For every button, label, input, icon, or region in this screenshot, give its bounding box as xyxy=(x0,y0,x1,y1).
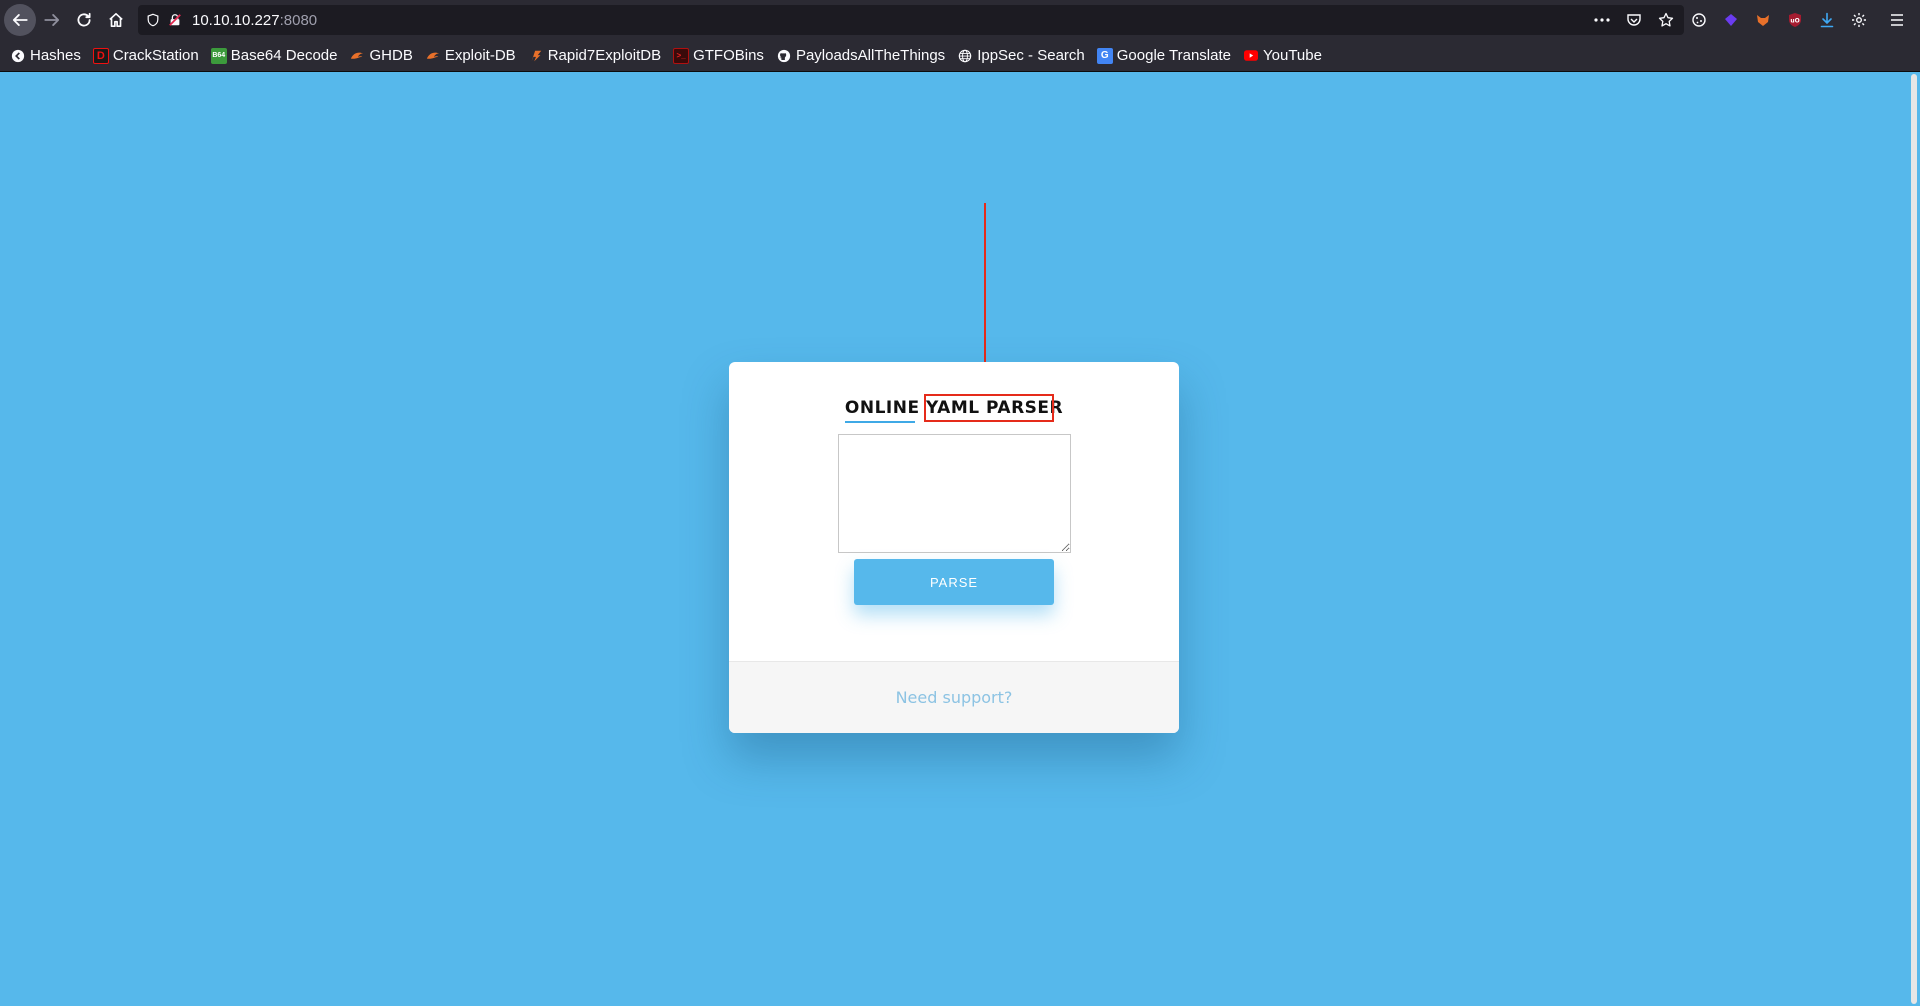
annotation-arrow-line xyxy=(984,203,986,369)
bookmark-label: Google Translate xyxy=(1116,47,1231,64)
browser-toolbar: 10.10.10.227:8080 uO xyxy=(0,0,1920,40)
hamburger-menu-icon[interactable] xyxy=(1886,9,1908,31)
settings-gear-icon[interactable] xyxy=(1848,9,1870,31)
need-support-link[interactable]: Need support? xyxy=(896,688,1013,707)
back-button[interactable] xyxy=(4,4,36,36)
title-online: ONLINE xyxy=(844,398,920,418)
cookie-extension-icon[interactable] xyxy=(1688,9,1710,31)
bookmark-star-icon[interactable] xyxy=(1656,10,1676,30)
hashes-icon xyxy=(10,48,26,64)
bookmark-label: IppSec - Search xyxy=(977,47,1085,64)
bookmark-label: GTFOBins xyxy=(693,47,764,64)
reload-icon xyxy=(77,12,91,27)
arrow-right-icon xyxy=(44,14,60,26)
bookmark-base64-decode[interactable]: B64 Base64 Decode xyxy=(210,47,338,64)
forward-button[interactable] xyxy=(36,4,68,36)
bookmark-ghdb[interactable]: GHDB xyxy=(349,47,413,64)
arrow-left-icon xyxy=(12,14,28,26)
bookmark-label: Base64 Decode xyxy=(230,47,338,64)
ghdb-icon xyxy=(349,48,365,64)
page-actions-icon[interactable] xyxy=(1592,10,1612,30)
scrollbar-thumb[interactable] xyxy=(1911,74,1917,1004)
bookmark-youtube[interactable]: YouTube xyxy=(1243,47,1322,64)
reload-button[interactable] xyxy=(68,4,100,36)
youtube-icon xyxy=(1243,48,1259,64)
bookmark-label: GHDB xyxy=(369,47,413,64)
svg-text:uO: uO xyxy=(1790,18,1799,25)
bookmark-google-translate[interactable]: G Google Translate xyxy=(1096,47,1231,64)
parser-card: ONLINE YAML PARSER PARSE Need support? xyxy=(729,362,1179,733)
globe-icon xyxy=(957,48,973,64)
base64-icon: B64 xyxy=(210,47,227,64)
bookmark-label: PayloadsAllTheThings xyxy=(795,47,946,64)
crackstation-icon: D xyxy=(92,47,109,64)
bookmark-exploit-db[interactable]: Exploit-DB xyxy=(425,47,516,64)
bookmark-label: Hashes xyxy=(30,47,81,64)
github-icon xyxy=(776,48,792,64)
insecure-lock-icon[interactable] xyxy=(164,9,186,31)
rapid7-icon xyxy=(528,48,544,64)
bookmark-rapid7exploitdb[interactable]: Rapid7ExploitDB xyxy=(528,47,661,64)
foxyproxy-icon[interactable] xyxy=(1752,9,1774,31)
bookmark-crackstation[interactable]: D CrackStation xyxy=(92,47,199,64)
bookmark-ippsec-search[interactable]: IppSec - Search xyxy=(957,47,1085,64)
yaml-input[interactable] xyxy=(838,434,1071,553)
exploitdb-icon xyxy=(425,48,441,64)
url-text[interactable]: 10.10.10.227:8080 xyxy=(192,12,317,29)
url-port: :8080 xyxy=(279,11,318,29)
bookmarks-bar: Hashes D CrackStation B64 Base64 Decode … xyxy=(0,40,1920,72)
downloads-icon[interactable] xyxy=(1816,9,1838,31)
bookmark-label: Rapid7ExploitDB xyxy=(547,47,662,64)
bookmark-gtfobins[interactable]: >_ GTFOBins xyxy=(673,47,764,64)
url-bar[interactable]: 10.10.10.227:8080 xyxy=(138,5,1684,35)
page-scrollbar[interactable] xyxy=(1908,72,1920,1006)
bookmark-label: CrackStation xyxy=(112,47,199,64)
home-button[interactable] xyxy=(100,4,132,36)
annotation-highlight-box xyxy=(924,394,1054,422)
url-host: 10.10.10.227 xyxy=(192,11,280,29)
bookmark-payloadsallthethings[interactable]: PayloadsAllTheThings xyxy=(776,47,945,64)
bookmark-label: Exploit-DB xyxy=(444,47,516,64)
purple-extension-icon[interactable] xyxy=(1720,9,1742,31)
home-icon xyxy=(109,12,123,28)
bookmark-hashes[interactable]: Hashes xyxy=(10,47,81,64)
extension-icons: uO xyxy=(1688,0,1908,40)
gtfobins-icon: >_ xyxy=(673,47,690,64)
parse-button[interactable]: PARSE xyxy=(854,559,1054,605)
google-translate-icon: G xyxy=(1096,47,1113,64)
ublock-icon[interactable]: uO xyxy=(1784,9,1806,31)
card-footer: Need support? xyxy=(729,661,1179,733)
shield-icon[interactable] xyxy=(142,9,164,31)
pocket-icon[interactable] xyxy=(1624,10,1644,30)
bookmark-label: YouTube xyxy=(1263,47,1322,64)
